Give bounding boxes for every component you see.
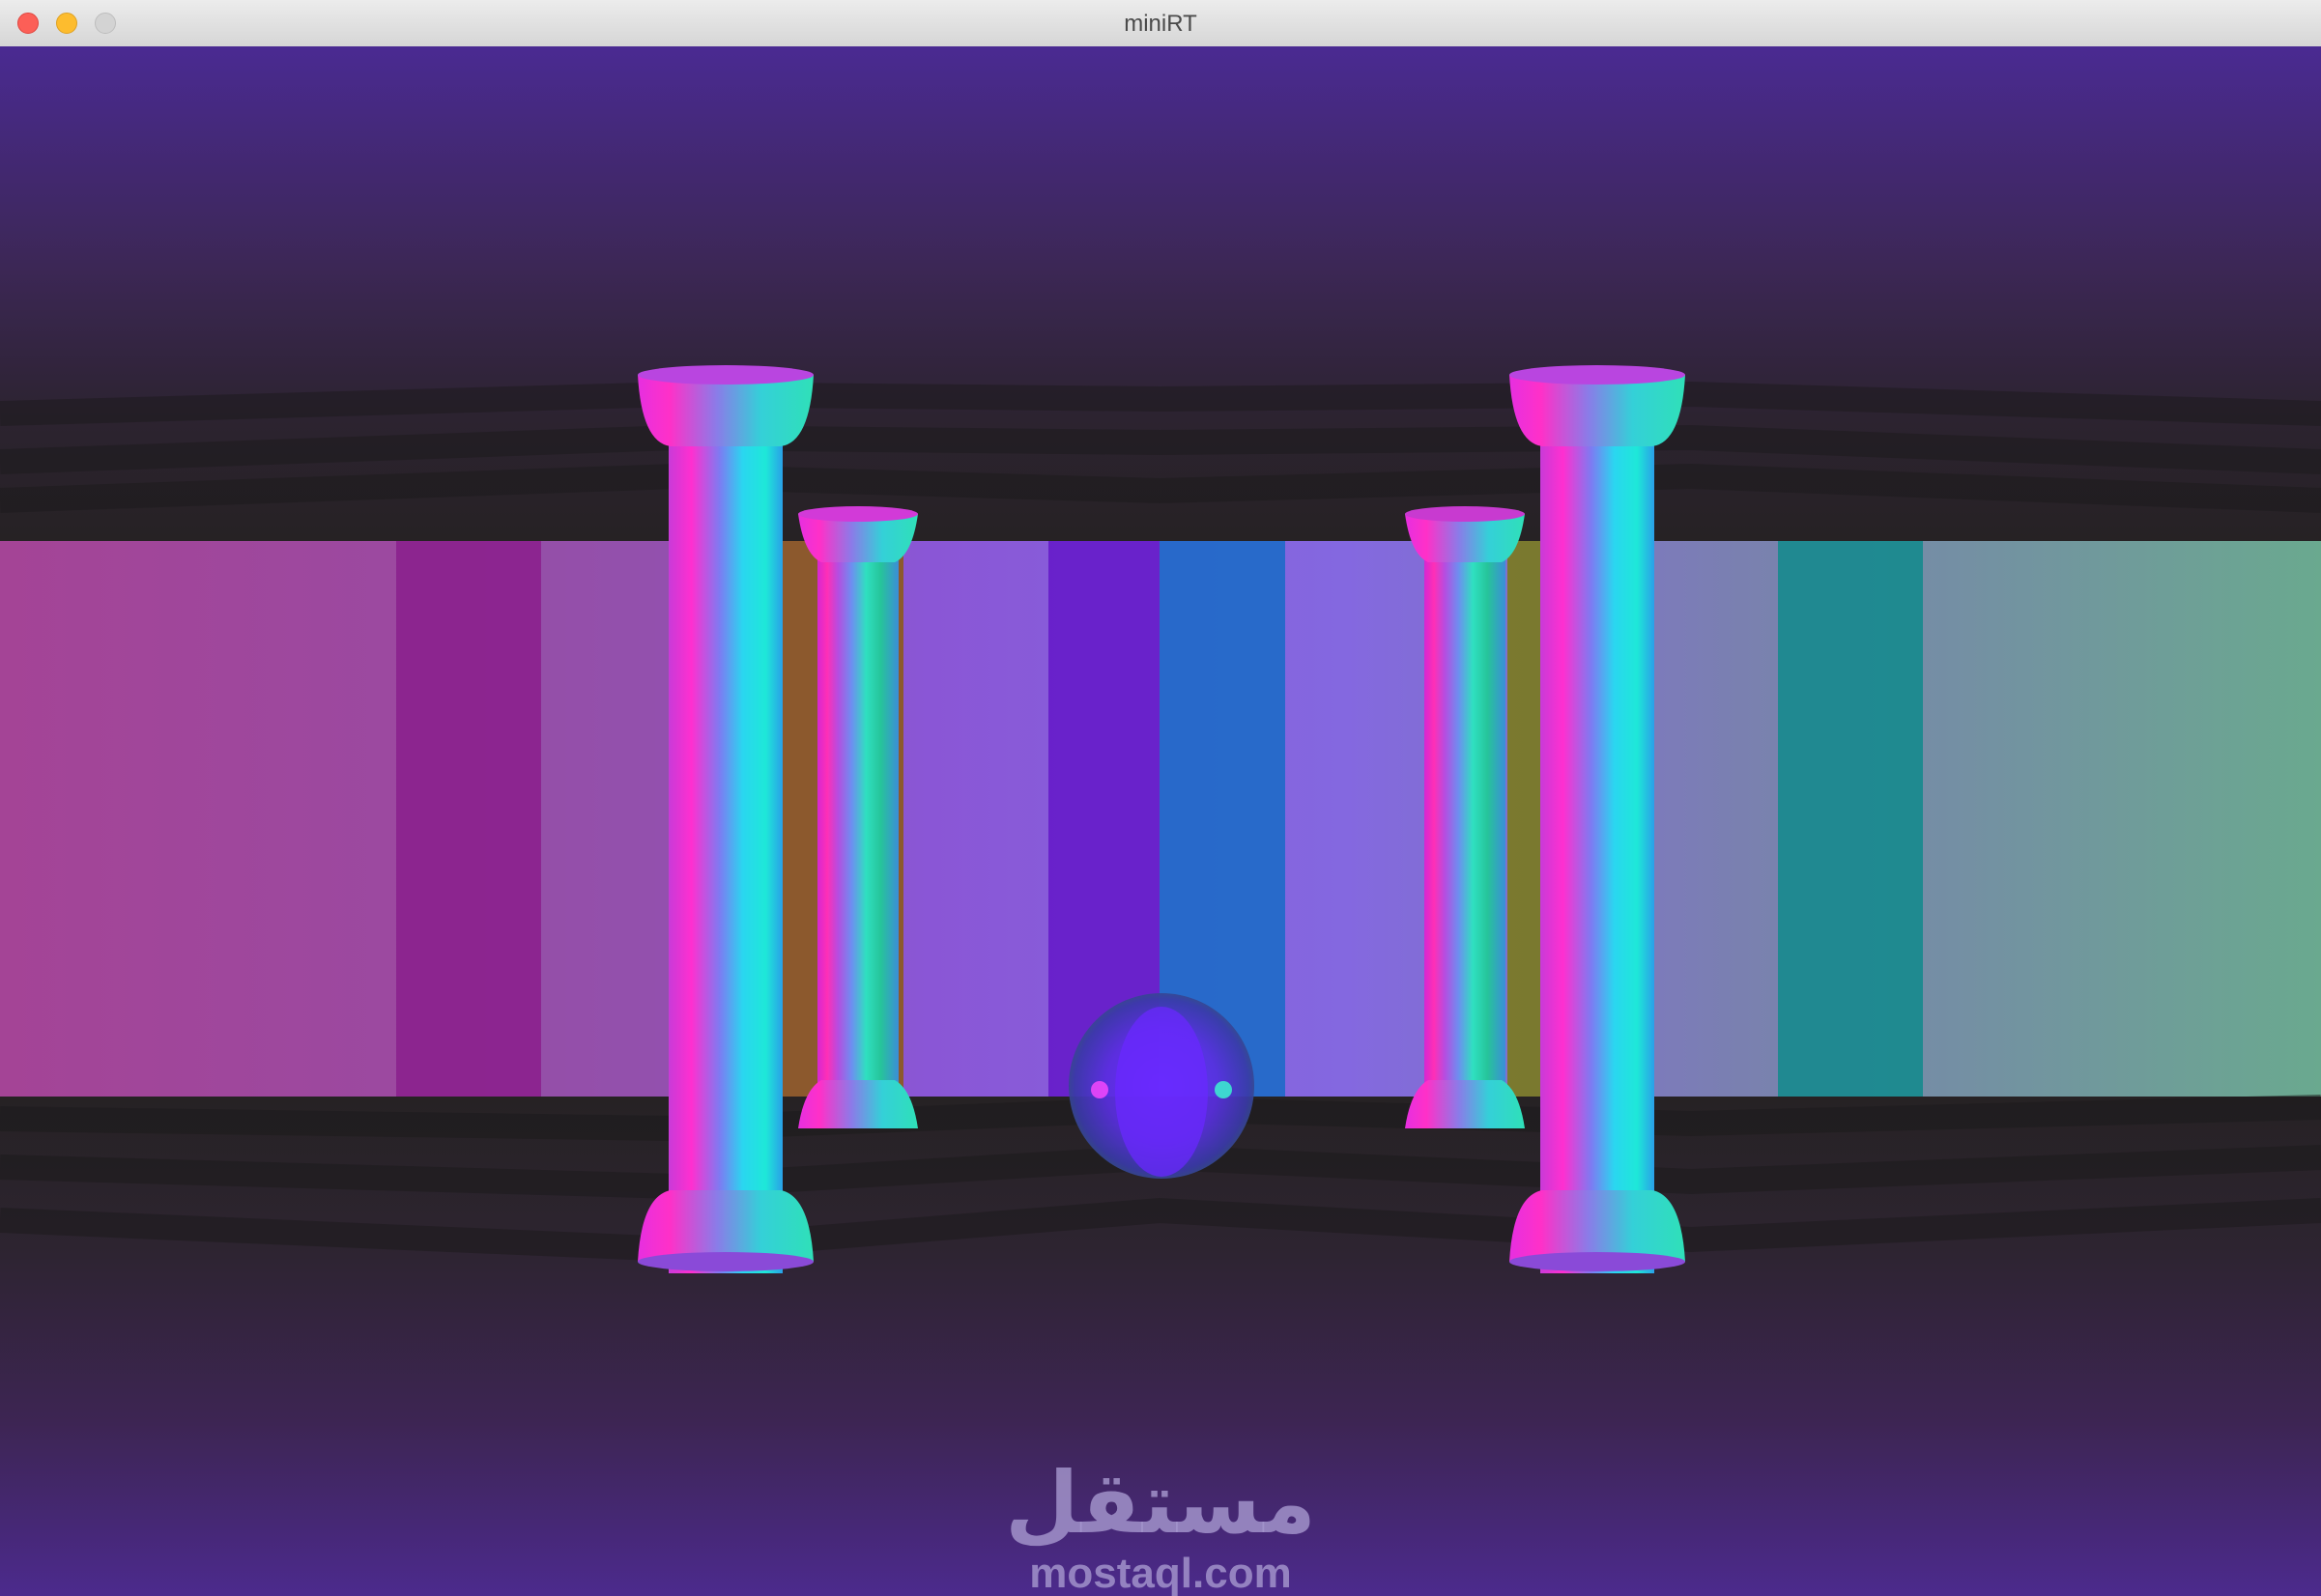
title-bar[interactable]: miniRT xyxy=(0,0,2321,47)
window-title: miniRT xyxy=(1124,11,1197,37)
app-window: miniRT مستقل mostaql.com xyxy=(0,0,2321,1596)
glass-sphere xyxy=(1069,993,1254,1179)
watermark-url: mostaql.com xyxy=(1029,1550,1292,1596)
ceiling-shadows xyxy=(0,381,2321,513)
raytraced-scene xyxy=(0,46,2321,1596)
render-viewport: مستقل mostaql.com xyxy=(0,46,2321,1596)
sky-background xyxy=(0,46,2321,541)
watermark: مستقل mostaql.com xyxy=(967,1457,1354,1596)
watermark-arabic: مستقل xyxy=(1005,1453,1316,1553)
